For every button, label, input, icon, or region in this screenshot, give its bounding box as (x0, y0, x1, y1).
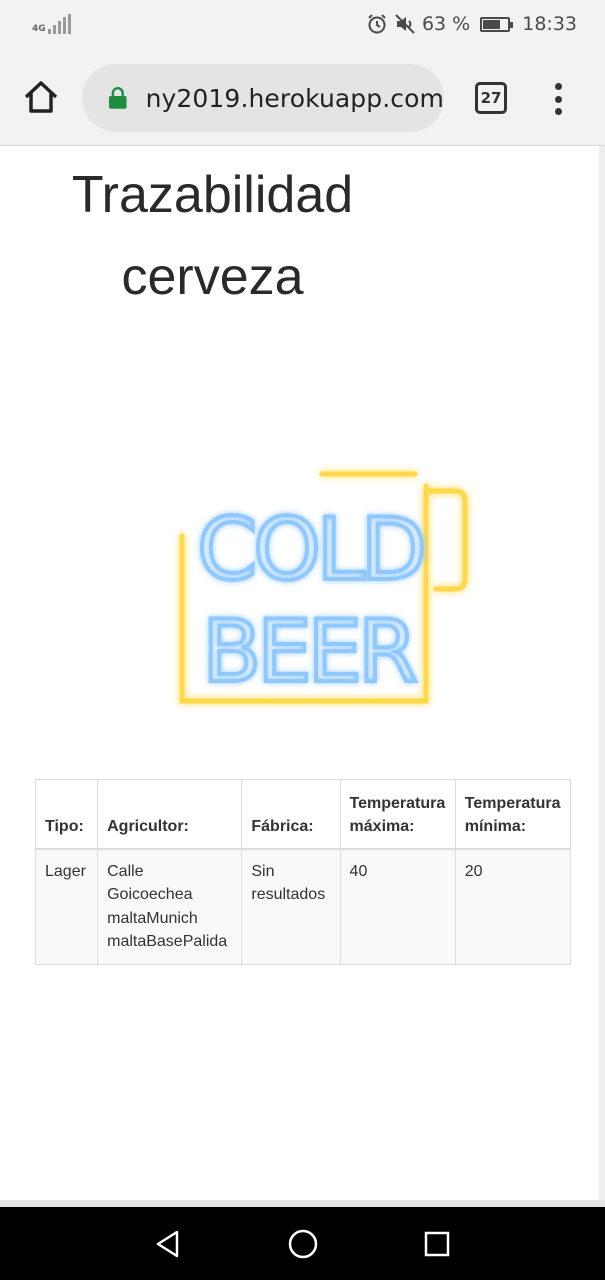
cell-temp-min: 20 (454, 848, 572, 965)
home-icon[interactable] (22, 78, 60, 116)
page-title-line-2: cerveza (121, 248, 304, 306)
header-temp-max: Temperatura máxima: (339, 779, 456, 850)
page-content: Trazabilidad cerveza COLD BEER Tipo: Agr… (0, 146, 605, 1200)
header-temp-min: Temperatura mínima: (454, 779, 572, 850)
url-text: ny2019.herokuapp.com (145, 83, 444, 113)
agricultor-line: maltaBasePalida (107, 933, 228, 950)
agricultor-line: Goicoechea (107, 886, 193, 903)
more-vert-icon[interactable] (548, 80, 568, 118)
page-bottom-edge (0, 1200, 605, 1207)
address-bar[interactable]: ny2019.herokuapp.com (82, 64, 444, 132)
browser-toolbar: ny2019.herokuapp.com 27 (0, 52, 605, 146)
cell-agricultor: Calle Goicoechea maltaMunich maltaBasePa… (97, 848, 243, 965)
mute-icon (395, 14, 415, 34)
traceability-table: Tipo: Agricultor: Fábrica: Temperatura m… (34, 779, 572, 965)
tabs-icon[interactable]: 27 (475, 82, 507, 114)
cell-tipo: Lager (34, 848, 99, 965)
home-circle-icon[interactable] (286, 1227, 320, 1261)
cell-temp-max: 40 (339, 848, 456, 965)
network-type: 4G (32, 24, 46, 34)
alarm-icon (368, 14, 386, 34)
page-title: Trazabilidad cerveza (60, 154, 365, 318)
table-header-row: Tipo: Agricultor: Fábrica: Temperatura m… (34, 779, 572, 850)
battery-percent: 63 % (421, 13, 471, 35)
system-nav-bar (0, 1207, 605, 1280)
signal-indicator: 4G (32, 14, 71, 34)
recents-icon[interactable] (420, 1227, 454, 1261)
header-fabrica: Fábrica: (241, 779, 341, 850)
status-bar: 4G 63 % 18:33 (0, 0, 605, 52)
agricultor-line: maltaMunich (107, 909, 198, 927)
tab-count: 27 (480, 89, 502, 107)
back-icon[interactable] (151, 1227, 185, 1261)
page-title-line-1: Trazabilidad (71, 166, 354, 224)
clock: 18:33 (522, 13, 577, 35)
signal-icon (47, 14, 71, 34)
agricultor-line: Calle (107, 862, 144, 880)
neon-text-cold: COLD (197, 500, 423, 600)
page-scrollbar[interactable] (599, 146, 605, 1200)
header-agricultor: Agricultor: (97, 779, 243, 850)
battery-icon (480, 16, 514, 32)
table-row: Lager Calle Goicoechea maltaMunich malta… (34, 848, 572, 965)
neon-text-beer: BEER (202, 602, 416, 702)
cold-beer-neon-image: COLD BEER (179, 471, 468, 704)
lock-icon (108, 87, 127, 109)
header-tipo: Tipo: (34, 779, 99, 850)
cell-fabrica: Sin resultados (241, 848, 341, 965)
